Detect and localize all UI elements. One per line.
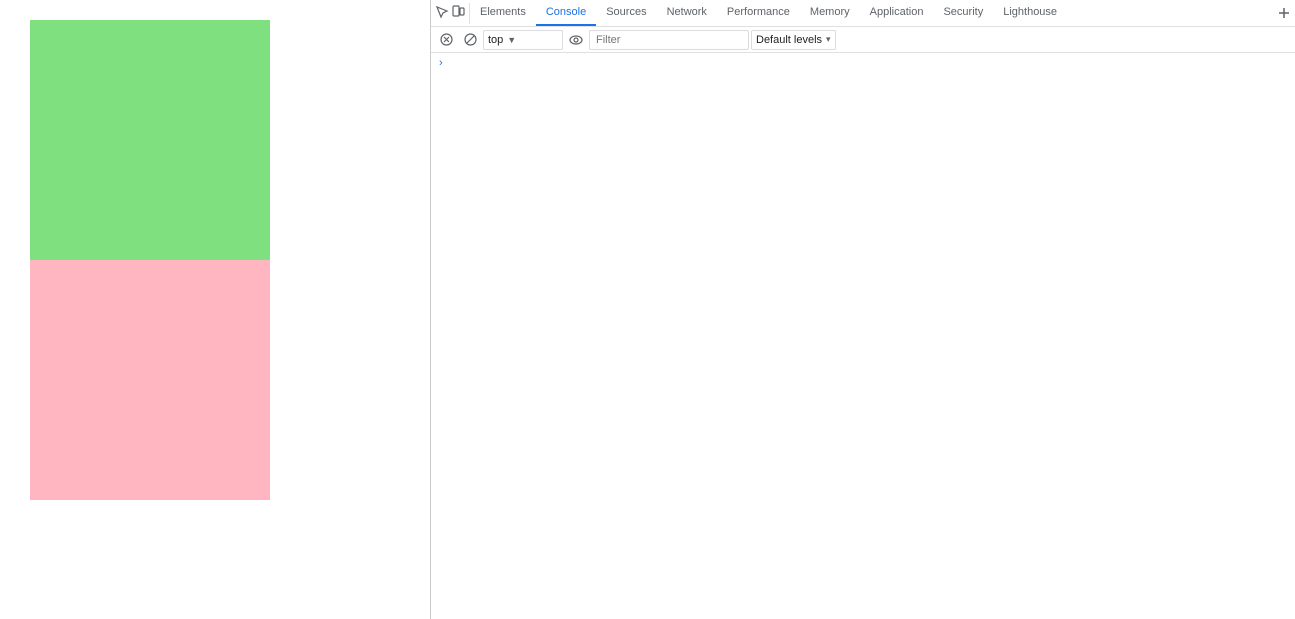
inspect-element-icon[interactable]	[435, 5, 449, 22]
tab-elements[interactable]: Elements	[470, 0, 536, 26]
webpage-preview	[0, 0, 430, 619]
devtools-tabs: Elements Console Sources Network Perform…	[470, 0, 1273, 26]
filter-input[interactable]	[589, 30, 749, 50]
levels-dropdown-arrow: ▾	[826, 34, 831, 45]
log-levels-selector[interactable]: Default levels ▾	[751, 30, 836, 50]
main-layout: Elements Console Sources Network Perform…	[0, 0, 1295, 619]
console-content: ›	[431, 53, 1295, 619]
block-filter-button[interactable]	[459, 29, 481, 51]
devtools-panel: Elements Console Sources Network Perform…	[430, 0, 1295, 619]
context-label: top	[488, 34, 503, 46]
devtools-header: Elements Console Sources Network Perform…	[431, 0, 1295, 27]
device-toolbar-icon[interactable]	[451, 5, 465, 22]
tab-network[interactable]: Network	[657, 0, 717, 26]
more-tabs-button[interactable]	[1273, 2, 1295, 24]
green-box	[30, 20, 270, 260]
clear-console-button[interactable]	[435, 29, 457, 51]
pink-box	[30, 260, 270, 500]
levels-label: Default levels	[756, 34, 822, 46]
prompt-chevron: ›	[439, 57, 443, 69]
tab-console[interactable]: Console	[536, 0, 596, 26]
tab-application[interactable]: Application	[860, 0, 934, 26]
tab-performance[interactable]: Performance	[717, 0, 800, 26]
tab-security[interactable]: Security	[933, 0, 993, 26]
context-selector[interactable]: top ▼	[483, 30, 563, 50]
context-dropdown-arrow: ▼	[507, 35, 516, 45]
console-toolbar: top ▼ Default levels ▾	[431, 27, 1295, 53]
tab-lighthouse[interactable]: Lighthouse	[993, 0, 1067, 26]
console-prompt[interactable]: ›	[439, 57, 1287, 69]
create-live-expression-button[interactable]	[565, 29, 587, 51]
tab-memory[interactable]: Memory	[800, 0, 860, 26]
tab-sources[interactable]: Sources	[596, 0, 656, 26]
devtools-actions	[431, 3, 470, 24]
